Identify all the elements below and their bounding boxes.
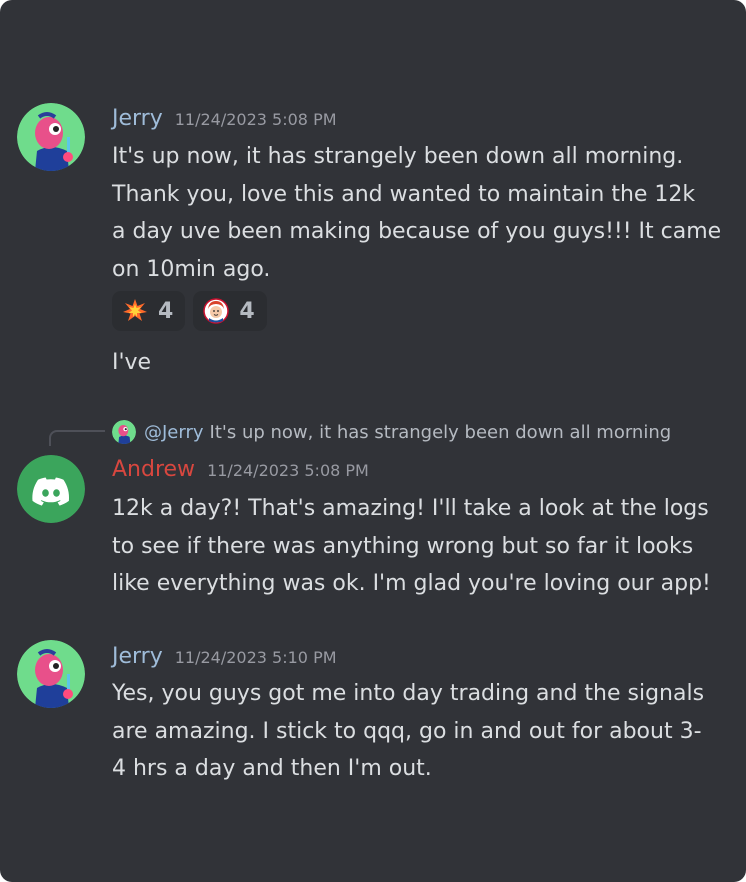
message-line: Yes, you guys got me into day trading an… (112, 681, 705, 706)
reaction-wendys[interactable]: 4 (193, 291, 267, 331)
author-name[interactable]: Andrew (112, 457, 195, 482)
reaction-explosion[interactable]: 4 (112, 291, 186, 331)
reply-mention[interactable]: @Jerry (144, 422, 204, 443)
timestamp: 11/24/2023 5:10 PM (174, 648, 337, 667)
message-line: 4 hrs a day and then I'm out. (112, 756, 432, 781)
message-line: are amazing. I stick to qqq, go in and o… (112, 718, 702, 744)
message-header: Andrew 11/24/2023 5:08 PM (112, 457, 369, 482)
jerry-avatar[interactable] (17, 640, 85, 708)
message-line: to see if there was anything wrong but s… (112, 533, 694, 559)
reaction-count: 4 (239, 298, 255, 324)
message-body: 12k a day?! That's amazing! I'll take a … (112, 490, 732, 603)
reactions-bar: 4 4 (112, 291, 267, 331)
message-line: I've (112, 350, 152, 375)
message-header: Jerry 11/24/2023 5:10 PM (112, 644, 337, 669)
message-body: It's up now, it has strangely been down … (112, 138, 732, 288)
jerry-reply-avatar (112, 420, 136, 444)
reaction-count: 4 (158, 298, 174, 324)
message-line: 12k a day?! That's amazing! I'll take a … (112, 496, 709, 521)
discord-logo-icon (32, 477, 70, 506)
message-line: Thank you, love this and wanted to maint… (112, 181, 696, 207)
chat-panel: Jerry 11/24/2023 5:08 PM It's up now, it … (0, 0, 746, 882)
reply-reference[interactable]: @Jerry It's up now, it has strangely bee… (112, 418, 671, 446)
message-line: It's up now, it has strangely been down … (112, 144, 684, 169)
followup-message: I've (112, 344, 732, 382)
message-line: like everything was ok. I'm glad you're … (112, 571, 711, 596)
jerry-avatar[interactable] (17, 103, 85, 171)
message-line: on 10min ago. (112, 256, 271, 282)
andrew-avatar[interactable] (17, 455, 85, 523)
author-name[interactable]: Jerry (112, 644, 163, 669)
explosion-icon (122, 298, 148, 324)
message-header: Jerry 11/24/2023 5:08 PM (112, 106, 337, 131)
message-line: a day uve been making because of you guy… (112, 219, 722, 244)
author-name[interactable]: Jerry (112, 106, 163, 131)
message-body: Yes, you guys got me into day trading an… (112, 675, 732, 788)
reply-spine (49, 430, 105, 446)
timestamp: 11/24/2023 5:08 PM (207, 461, 369, 480)
wendys-icon (203, 298, 230, 324)
reply-preview: It's up now, it has strangely been down … (209, 421, 672, 443)
timestamp: 11/24/2023 5:08 PM (174, 110, 337, 129)
